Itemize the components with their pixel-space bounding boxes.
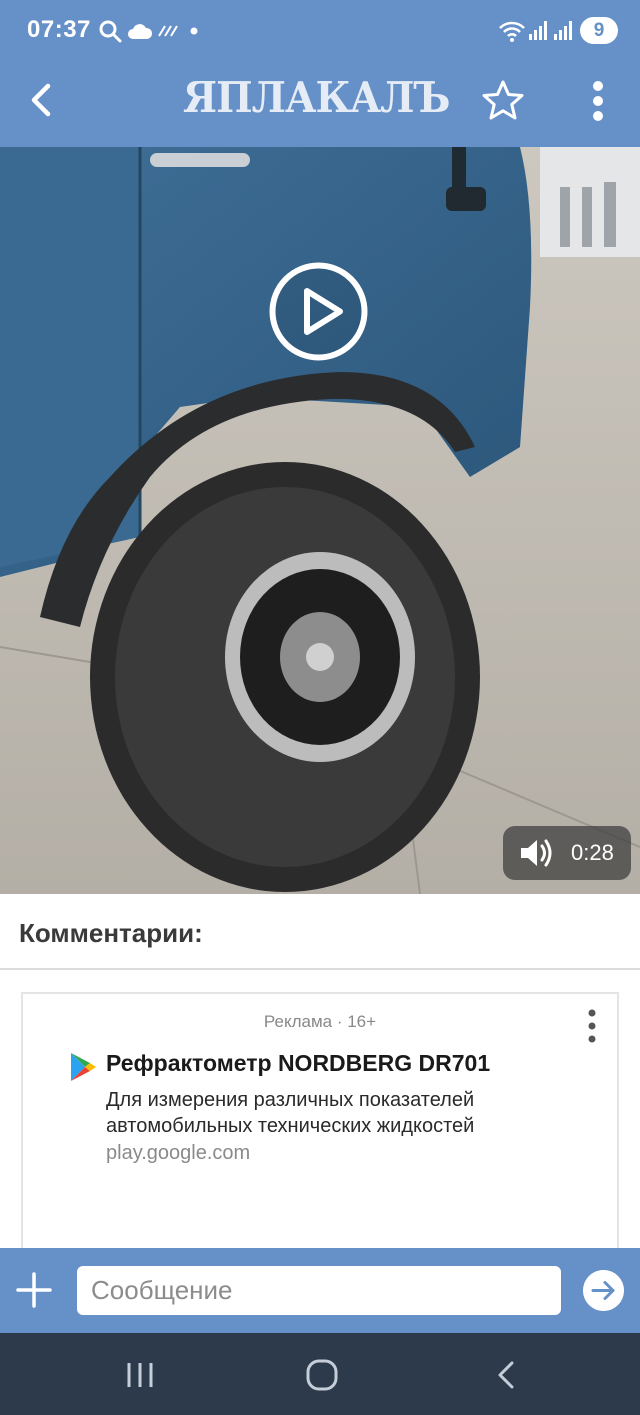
status-bar: 07:37 9 [0,0,640,60]
screen: 07:37 9 ЯПЛАКАЛЪ 0:28 Комментарии: Рекла… [0,0,640,1415]
ad-description: Для измерения различных показателей авто… [106,1089,475,1137]
ad-section: Реклама · 16+ Рефрактометр NORDBERG DR70… [0,970,640,1272]
star-outline-icon [482,80,524,120]
favorite-button[interactable] [480,78,526,124]
striped-flag-icon [158,25,178,37]
more-vertical-icon [593,81,603,121]
more-menu-button[interactable] [580,78,616,124]
comments-title: Комментарии: [19,918,203,948]
ad-menu-button[interactable] [581,1008,603,1044]
system-nav-bar [0,1333,640,1415]
back-button[interactable] [18,76,66,124]
video-player[interactable]: 0:28 [0,147,640,894]
logo-text: ЯПЛАКАЛЪ [183,73,451,122]
video-duration: 0:28 [571,840,614,865]
cloud-icon [128,24,153,39]
ad-title[interactable]: Рефрактометр NORDBERG DR701 [106,1050,490,1077]
attach-button[interactable] [14,1270,54,1310]
system-back-button[interactable] [484,1353,528,1397]
video-controls: 0:28 [503,826,631,880]
status-time: 07:37 [27,16,91,43]
wifi-icon [499,21,525,42]
send-button[interactable] [583,1270,624,1311]
play-icon [269,262,368,361]
home-icon [306,1359,338,1391]
ad-url[interactable]: play.google.com [106,1142,250,1165]
more-vertical-icon [588,1009,596,1043]
ad-label: Реклама · 16+ [263,1012,377,1031]
message-composer [0,1248,640,1333]
back-icon [498,1361,514,1389]
volume-icon[interactable] [519,837,553,869]
play-button[interactable] [267,260,370,363]
app-bar: ЯПЛАКАЛЪ [0,60,640,147]
chevron-left-icon [31,83,51,117]
site-logo[interactable]: ЯПЛАКАЛЪ [183,73,458,133]
signal-icon [554,21,572,40]
notification-badge: 9 [580,17,618,44]
ad-card[interactable]: Реклама · 16+ Рефрактометр NORDBERG DR70… [21,992,619,1272]
search-icon [99,20,122,43]
home-button[interactable] [300,1353,344,1397]
google-play-icon [71,1053,96,1081]
recent-apps-icon [127,1363,153,1387]
recent-apps-button[interactable] [118,1353,162,1397]
dot-icon [190,27,198,35]
signal-icon [529,21,547,40]
message-input[interactable] [77,1266,561,1315]
plus-icon [16,1272,52,1308]
comments-header: Комментарии: [0,894,640,970]
